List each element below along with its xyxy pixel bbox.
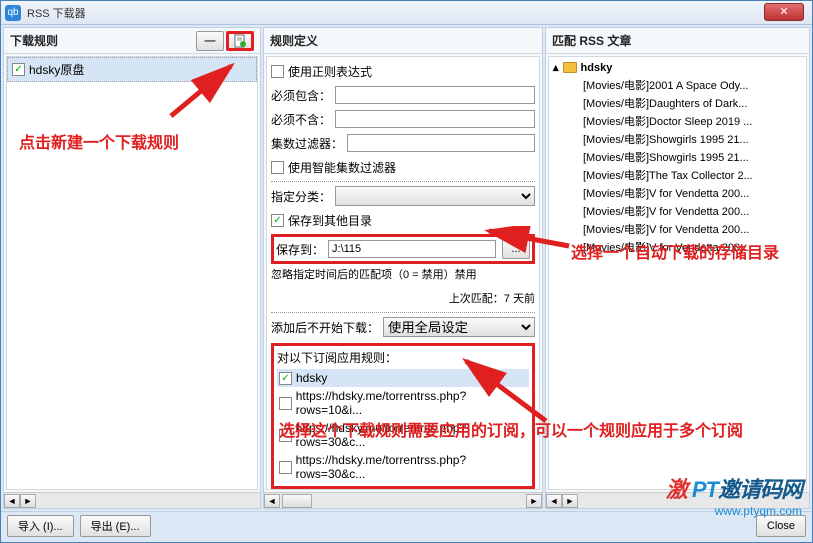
category-select[interactable] xyxy=(335,186,535,206)
export-button[interactable]: 导出 (E)... xyxy=(80,515,151,537)
watermark-prefix: PT xyxy=(692,477,718,502)
feed-item[interactable]: ✓ hdsky xyxy=(277,369,529,387)
right-panel: 匹配 RSS 文章 ▴ hdsky [Movies/电影]2001 A Spac… xyxy=(545,27,810,509)
mid-scrollbar[interactable]: ◄ ► xyxy=(264,492,542,508)
tree-item[interactable]: [Movies/电影]V for Vendetta 200... xyxy=(583,220,802,238)
tree-item[interactable]: [Movies/电影]The Tax Collector 2... xyxy=(583,166,802,184)
close-button[interactable]: ✕ xyxy=(764,3,804,21)
mid-header: 规则定义 xyxy=(264,28,542,54)
match-tree: ▴ hdsky [Movies/电影]2001 A Space Ody... [… xyxy=(548,56,807,490)
tree-item[interactable]: [Movies/电影]Showgirls 1995 21... xyxy=(583,130,802,148)
regex-label: 使用正则表达式 xyxy=(288,63,372,80)
tree-item[interactable]: [Movies/电影]V for Vendetta 200... xyxy=(583,202,802,220)
feed-label: https://hdsky.me/torrentrss.php?rows=10&… xyxy=(296,389,527,417)
must-contain-input[interactable] xyxy=(335,86,535,104)
scroll-left-icon[interactable]: ◄ xyxy=(264,494,280,508)
right-header: 匹配 RSS 文章 xyxy=(546,28,809,54)
scroll-right-icon[interactable]: ► xyxy=(562,494,578,508)
feed-label: https://hdsky.me/torrentrss.php?rows=30&… xyxy=(296,421,527,449)
scroll-left-icon[interactable]: ◄ xyxy=(4,494,20,508)
smart-filter-label: 使用智能集数过滤器 xyxy=(288,159,396,176)
feed-checkbox[interactable]: ✓ xyxy=(279,372,292,385)
tree-item[interactable]: [Movies/电影]V for Vendetta 200... xyxy=(583,238,802,256)
left-header-label: 下载规则 xyxy=(10,32,58,49)
mid-header-label: 规则定义 xyxy=(270,32,318,49)
save-to-input[interactable] xyxy=(328,240,496,258)
rule-checkbox[interactable]: ✓ xyxy=(12,63,25,76)
save-other-label: 保存到其他目录 xyxy=(288,212,372,229)
tree-item[interactable]: [Movies/电影]V for Vendetta 200... xyxy=(583,184,802,202)
tree-item[interactable]: [Movies/电影]2001 A Space Ody... xyxy=(583,76,802,94)
new-rule-button[interactable] xyxy=(226,31,254,51)
regex-checkbox[interactable] xyxy=(271,65,284,78)
document-plus-icon xyxy=(233,34,247,48)
left-header: 下载规则 — xyxy=(4,28,260,54)
save-other-checkbox[interactable]: ✓ xyxy=(271,214,284,227)
feed-item[interactable]: https://hdsky.me/torrentrss.php?rows=30&… xyxy=(277,451,529,483)
import-button[interactable]: 导入 (I)... xyxy=(7,515,74,537)
rule-list: ✓ hdsky原盘 xyxy=(6,56,258,490)
watermark-badge: 激 xyxy=(666,477,687,502)
episode-filter-input[interactable] xyxy=(347,134,535,152)
save-to-label: 保存到： xyxy=(276,241,324,258)
scroll-right-icon[interactable]: ► xyxy=(20,494,36,508)
episode-filter-label: 集数过滤器： xyxy=(271,135,343,152)
tree-item[interactable]: [Movies/电影]Doctor Sleep 2019 ... xyxy=(583,112,802,130)
titlebar: qb RSS 下载器 ✕ xyxy=(1,1,812,25)
must-not-contain-input[interactable] xyxy=(335,110,535,128)
delete-rule-button[interactable]: — xyxy=(196,31,224,51)
must-not-contain-label: 必须不含： xyxy=(271,111,331,128)
no-start-select[interactable]: 使用全局设定 xyxy=(383,317,535,337)
middle-panel: 规则定义 使用正则表达式 必须包含： 必须不含： 集数过滤器： 使用智能集数过滤… xyxy=(263,27,543,509)
tree-item[interactable]: [Movies/电影]Showgirls 1995 21... xyxy=(583,148,802,166)
watermark-suffix: 邀请码网 xyxy=(718,477,802,502)
category-label: 指定分类： xyxy=(271,188,331,205)
app-icon: qb xyxy=(5,5,21,21)
feed-apply-box: 对以下订阅应用规则： ✓ hdsky https://hdsky.me/torre… xyxy=(271,343,535,489)
right-header-label: 匹配 RSS 文章 xyxy=(552,32,631,49)
tree-root-label: hdsky xyxy=(581,62,613,74)
left-panel: 下载规则 — ✓ hdsky原盘 ◄ ► xyxy=(3,27,261,509)
feed-item[interactable]: https://hdsky.me/torrentrss.php?rows=10&… xyxy=(277,387,529,419)
watermark-url: www.ptyqm.com xyxy=(666,504,802,518)
feed-label: hdsky xyxy=(296,371,327,385)
tree-item[interactable]: [Movies/电影]Daughters of Dark... xyxy=(583,94,802,112)
rule-item-label: hdsky原盘 xyxy=(29,61,84,78)
smart-filter-checkbox[interactable] xyxy=(271,161,284,174)
ignore-label: 忽略指定时间后的匹配项（0 = 禁用）禁用 xyxy=(271,266,477,282)
feed-checkbox[interactable] xyxy=(279,429,292,442)
scroll-left-icon[interactable]: ◄ xyxy=(546,494,562,508)
watermark: 激 PT邀请码网 www.ptyqm.com xyxy=(666,472,802,518)
scroll-thumb[interactable] xyxy=(282,494,312,508)
feed-label: https://hdsky.me/torrentrss.php?rows=30&… xyxy=(296,453,527,481)
feed-checkbox[interactable] xyxy=(279,397,292,410)
left-scrollbar[interactable]: ◄ ► xyxy=(4,492,260,508)
no-start-label: 添加后不开始下载： xyxy=(271,319,379,336)
triangle-icon: ▴ xyxy=(553,61,559,74)
tree-items: [Movies/电影]2001 A Space Ody... [Movies/电… xyxy=(583,76,802,256)
apply-feeds-label: 对以下订阅应用规则： xyxy=(277,349,529,366)
feed-item[interactable]: https://hdsky.me/torrentrss.php?rows=30&… xyxy=(277,419,529,451)
tree-root[interactable]: ▴ hdsky xyxy=(553,61,802,74)
folder-icon xyxy=(563,62,577,73)
must-contain-label: 必须包含： xyxy=(271,87,331,104)
scroll-right-icon[interactable]: ► xyxy=(526,494,542,508)
window-title: RSS 下载器 xyxy=(27,5,86,21)
last-match-label: 上次匹配：7 天前 xyxy=(449,290,535,306)
feed-checkbox[interactable] xyxy=(279,461,292,474)
browse-button[interactable]: ... xyxy=(502,239,530,259)
rule-form: 使用正则表达式 必须包含： 必须不含： 集数过滤器： 使用智能集数过滤器 指定分… xyxy=(266,56,540,490)
rule-item[interactable]: ✓ hdsky原盘 xyxy=(7,57,257,82)
